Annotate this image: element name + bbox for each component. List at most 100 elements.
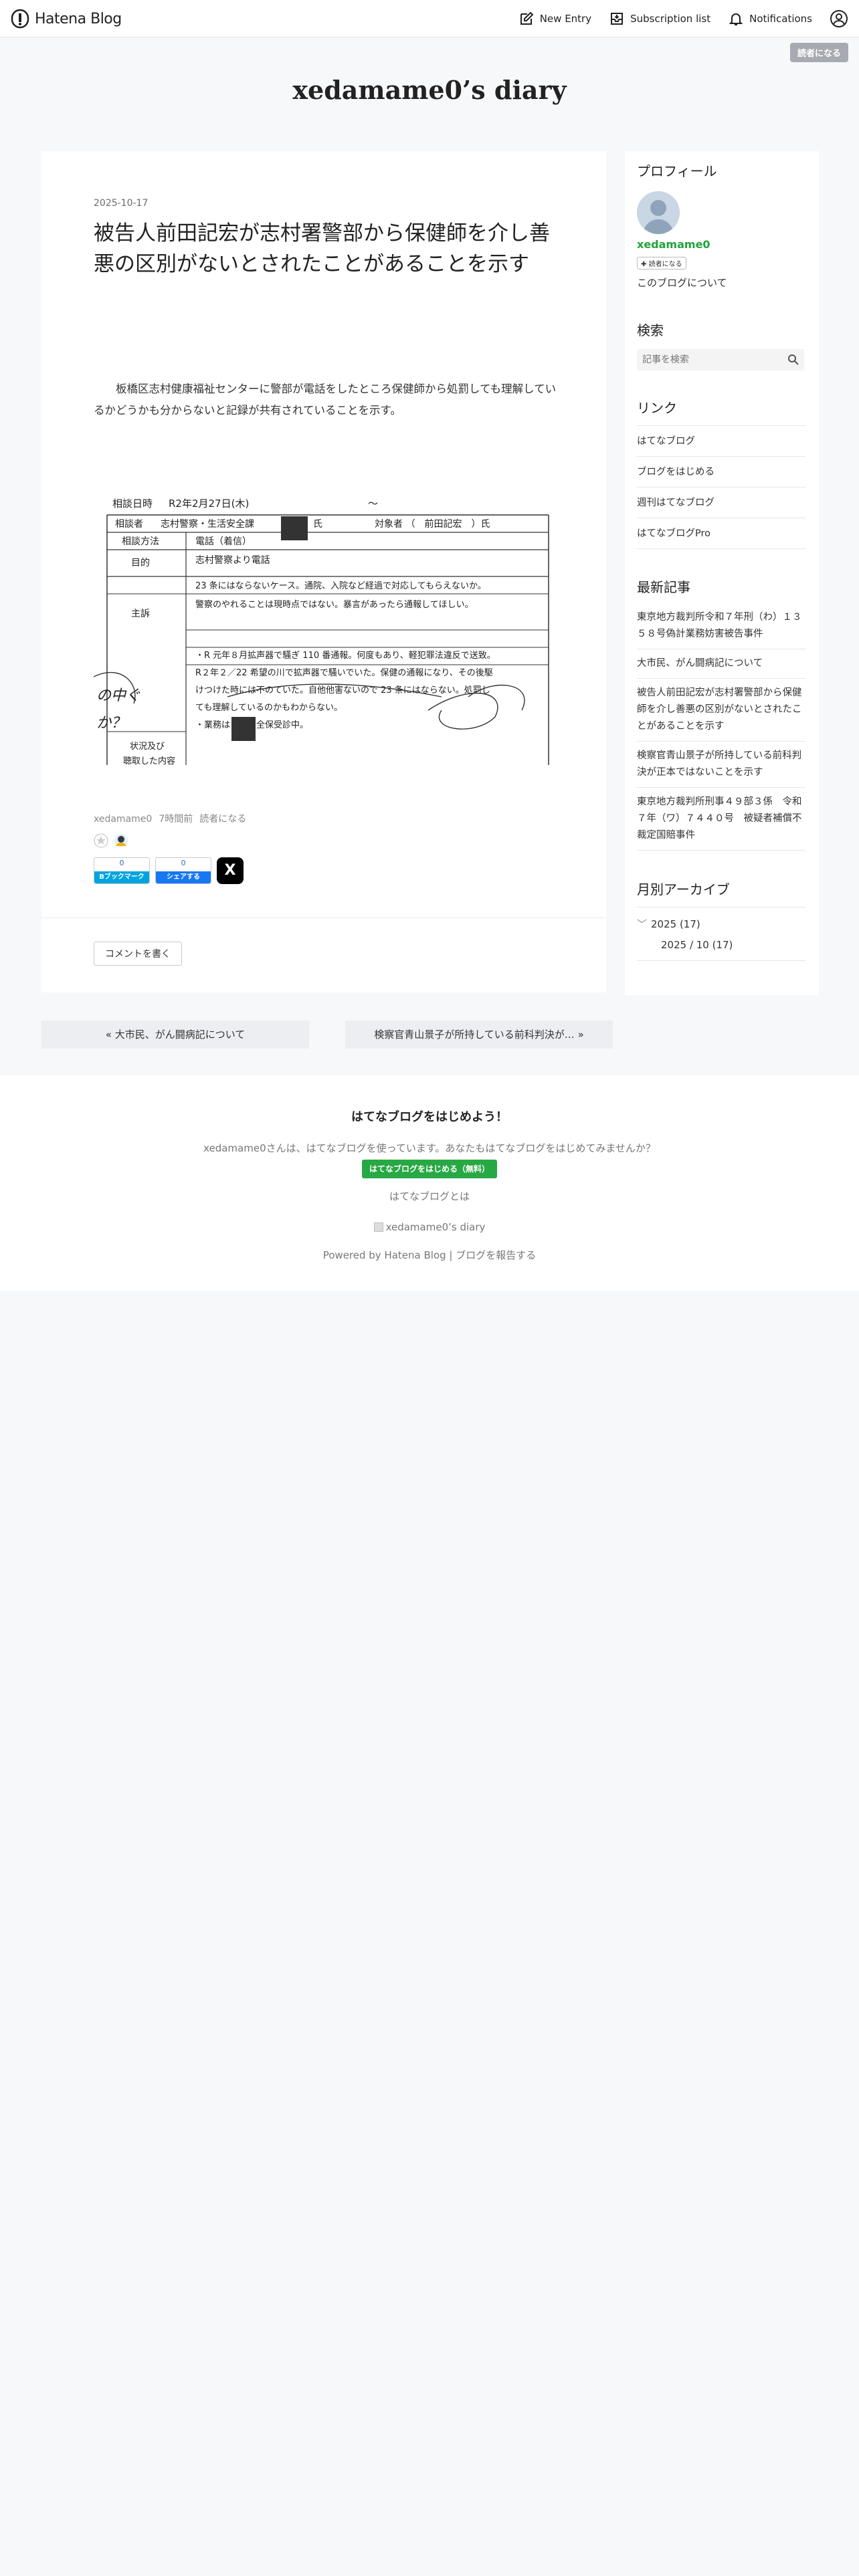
blog-title[interactable]: xedamame0’s diary [0,75,859,105]
redaction-block [231,717,256,741]
archive-tree: ﹀ 2025 (17) 2025 / 10 (17) [637,907,805,961]
doc-handwriting-2: か？ [96,715,126,732]
profile-heading: プロフィール [637,163,717,179]
archive-month[interactable]: 2025 / 10 (17) [637,935,805,961]
doc-complaint-line2: 警察のやれることは現時点ではない。暴言があったら通報してほしい。 [195,599,474,610]
doc-purpose-label: 目的 [131,558,150,568]
doc-consultant-suffix: 氏 [313,519,322,530]
blog-favicon-icon [373,1222,383,1232]
link-item[interactable]: はてなブログPro [637,518,805,549]
doc-purpose-value: 志村警察より電話 [195,554,270,566]
link-item[interactable]: ブログをはじめる [637,457,805,488]
entry-card: 2025-10-17 被告人前田記宏が志村署警部から保健師を介し善悪の区別がない… [41,151,606,992]
report-blog-link[interactable]: ブログを報告する [456,1249,536,1261]
facebook-share-button[interactable]: 0 シェアする [155,857,211,884]
star-area [94,833,128,848]
notifications-button[interactable]: Notifications [728,11,812,27]
inbox-icon [611,13,624,25]
profile-follow-button[interactable]: ✚ 読者になる [637,257,686,270]
record-document-scan: 相談日時 R2年2月27日(木) ～ 相談者 志村警察・生活安全課 氏 対象者 … [94,483,558,765]
hatena-logo-icon [11,9,29,29]
links-heading: リンク [637,400,677,416]
recent-item[interactable]: 東京地方裁判所刑事４９部３係 令和７年（ワ）７４４０号 被疑者補償不裁定国賠事件 [637,788,805,851]
entry-body: 板橋区志村健康福祉センターに警部が電話をしたところ保健師から処罰しても理解してい… [94,383,557,417]
doc-consultant-value: 志村警察・生活安全課 [161,518,254,530]
doc-state-label-2: 聴取した内容 [123,756,175,765]
entry-title[interactable]: 被告人前田記宏が志村署警部から保健師を介し善悪の区別がないとされたことがあること… [94,218,555,280]
search-icon[interactable] [787,353,800,366]
start-blog-button[interactable]: はてなブログをはじめる（無料） [362,1160,497,1178]
chevron-down-icon: ﹀ [637,918,648,930]
recent-heading: 最新記事 [637,579,690,595]
doc-method-value: 電話（着信） [195,536,252,547]
prev-entry-link[interactable]: « 大市民、がん闘病記について [41,1021,309,1049]
default-avatar-icon [637,191,680,234]
avatar[interactable] [637,191,680,234]
promo-text: xedamame0さんは、はてなブログを使っています。あなたもはてなブログをはじ… [203,1142,656,1154]
hatena-bookmark-button[interactable]: 0 Bブックマーク [94,857,150,884]
recent-item[interactable]: 検察官青山景子が所持している前科判決が正本ではないことを示す [637,742,805,788]
bell-icon [729,13,743,25]
scanned-record-image: 相談日時 R2年2月27日(木) ～ 相談者 志村警察・生活安全課 氏 対象者 … [94,483,558,765]
facebook-share-label: シェアする [156,871,211,883]
about-blog-link[interactable]: このブログについて [637,276,727,290]
entry-meta: xedamame0 7時間前 読者になる [94,812,253,825]
entry-date[interactable]: 2025-10-17 [94,198,148,209]
archive-year-label: 2025 (17) [651,918,700,930]
doc-status-line2: R２年２／22 希望の川で拡声器で騒いでいた。保健の通報になり、その後駆 [195,667,493,678]
user-icon [830,10,848,27]
global-header: Hatena Blog New Entry Subscription list … [0,0,859,37]
write-comment-button[interactable]: コメントを書く [94,942,182,966]
recent-list: 東京地方裁判所令和７年刑（わ）１３５８号偽計業務妨害被告事件 大市民、がん闘病記… [637,603,805,851]
archive-year[interactable]: ﹀ 2025 (17) [637,907,805,935]
redaction-block [281,516,308,540]
brand-name: Hatena Blog [35,10,122,27]
edit-icon [520,11,534,25]
user-menu-button[interactable] [830,9,848,28]
sidebar: プロフィール xedamame0 ✚ 読者になる このブログについて 検索 リン… [625,151,819,995]
doc-status-line4: ても理解しているのかもわからない。 [195,703,343,713]
doc-subject: 対象者 （ 前田記宏 ）氏 [375,518,490,530]
links-list: はてなブログ ブログをはじめる 週刊はてなブログ はてなブログPro [637,425,805,549]
doc-complaint-label: 主訴 [131,609,150,619]
promo-heading: はてなブログをはじめよう！ [351,1110,508,1124]
footer-blog-title-text: xedamame0’s diary [385,1221,486,1233]
facebook-share-count: 0 [181,859,186,867]
doc-consultant-label: 相談者 [115,519,143,530]
doc-state-label: 状況及び [130,742,165,752]
footer-blog-title[interactable]: xedamame0’s diary [0,1221,859,1233]
footer: はてなブログをはじめよう！ xedamame0さんは、はてなブログを使っています… [0,1075,859,1291]
notifications-label: Notifications [749,13,812,25]
hatena-blog-logo[interactable]: Hatena Blog [11,9,122,29]
subscription-list-label: Subscription list [630,13,711,25]
powered-by: Powered by Hatena Blog | ブログを報告する [322,1249,537,1261]
follow-blog-badge[interactable]: 読者になる [789,43,848,62]
powered-by-link[interactable]: Powered by Hatena Blog [323,1249,446,1261]
recent-item[interactable]: 被告人前田記宏が志村署警部から保健師を介し善悪の区別がないとされたことがあること… [637,679,805,742]
entry-reader-link[interactable]: 読者になる [199,814,246,825]
x-share-button[interactable]: X [217,857,244,884]
entry-posted[interactable]: 7時間前 [159,814,193,825]
hatena-bookmark-label: Bブックマーク [94,871,149,883]
search-heading: 検索 [637,322,664,338]
plus-icon: ✚ [641,261,647,268]
header-nav: New Entry Subscription list Notification… [501,0,848,37]
profile-follow-label: 読者になる [648,261,682,268]
profile-name[interactable]: xedamame0 [637,238,710,251]
doc-date-value: R2年2月27日(木) [169,498,249,510]
entry-author[interactable]: xedamame0 [94,814,152,825]
star-user-avatar-icon[interactable] [114,833,128,848]
about-hatena-link[interactable]: はてなブログとは [0,1189,859,1203]
archive-heading: 月別アーカイブ [637,881,730,897]
next-entry-link[interactable]: 検察官青山景子が所持している前科判決が… » [345,1021,613,1049]
link-item[interactable]: はてなブログ [637,426,805,457]
subscription-list-button[interactable]: Subscription list [609,11,710,27]
recent-item[interactable]: 大市民、がん闘病記について [637,649,805,679]
search-input[interactable] [637,349,804,370]
new-entry-button[interactable]: New Entry [518,11,591,27]
doc-complaint-line1: 23 条にはならないケース。通院、入院など経過で対応してもらえないか。 [195,580,486,591]
link-item[interactable]: 週刊はてなブログ [637,488,805,518]
recent-item[interactable]: 東京地方裁判所令和７年刑（わ）１３５８号偽計業務妨害被告事件 [637,603,805,649]
add-star-icon[interactable] [94,833,108,848]
new-entry-label: New Entry [539,13,592,25]
